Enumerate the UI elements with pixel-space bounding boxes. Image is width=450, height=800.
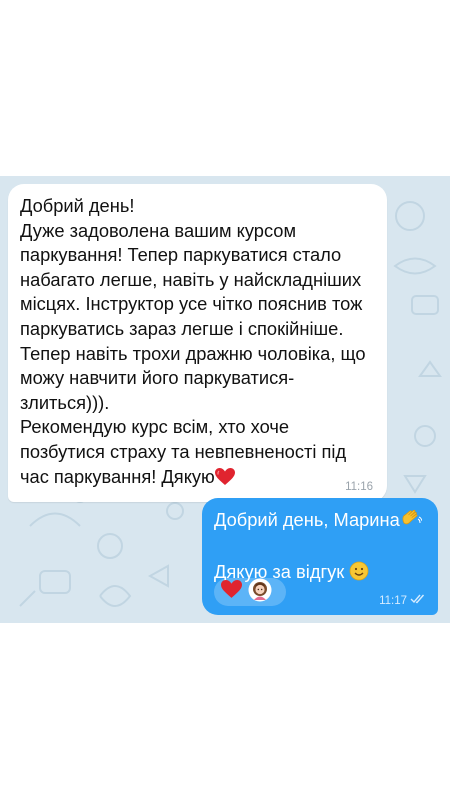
heart-icon bbox=[214, 467, 235, 493]
outgoing-message-text: Добрий день, Марина Дякую за відгук bbox=[214, 508, 426, 588]
message-time: 11:16 bbox=[345, 481, 373, 494]
avatar[interactable] bbox=[248, 578, 272, 607]
message-time: 11:17 bbox=[379, 594, 407, 607]
waving-hand-icon bbox=[400, 509, 423, 536]
chat-area: Добрий день! Дуже задоволена вашим курсо… bbox=[0, 176, 450, 623]
message-reactions[interactable] bbox=[214, 578, 286, 606]
incoming-message-text: Добрий день! Дуже задоволена вашим курсо… bbox=[20, 194, 375, 492]
outgoing-message-bubble[interactable]: Добрий день, Марина Дякую за відгук 11:1… bbox=[202, 498, 438, 615]
smiling-face-icon bbox=[349, 561, 369, 588]
outgoing-message-meta: 11:17 bbox=[379, 594, 426, 607]
heart-icon bbox=[221, 580, 242, 604]
double-check-icon bbox=[410, 594, 426, 607]
incoming-message-bubble[interactable]: Добрий день! Дуже задоволена вашим курсо… bbox=[8, 184, 387, 503]
